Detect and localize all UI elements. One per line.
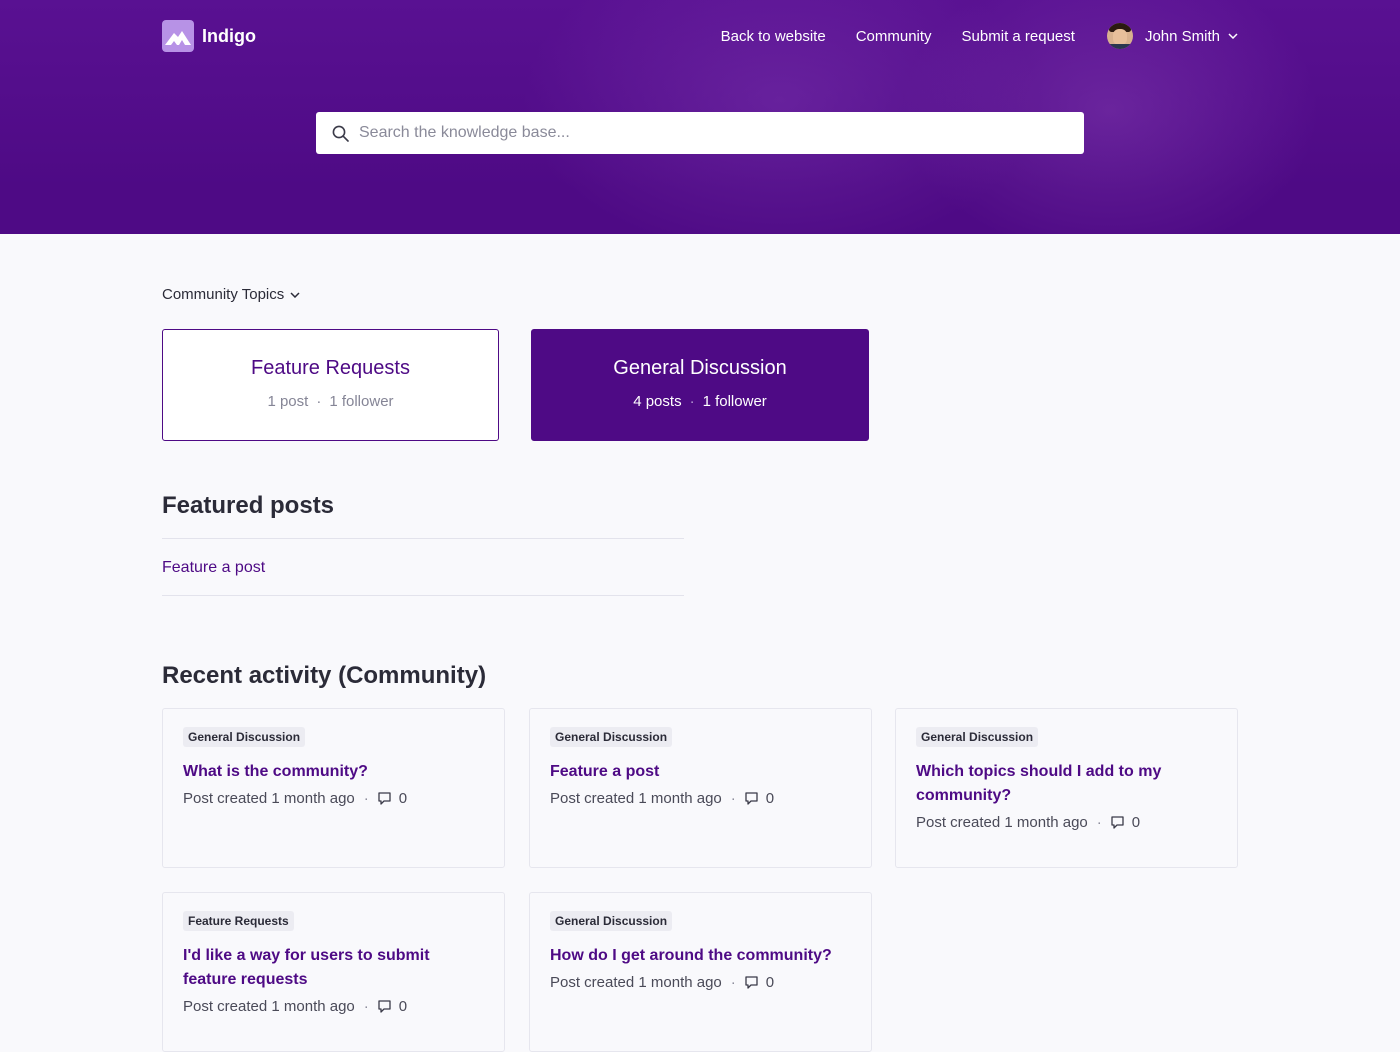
comment-count: 0 xyxy=(378,998,407,1015)
nav-community[interactable]: Community xyxy=(856,28,932,45)
topic-title: General Discussion xyxy=(613,357,787,379)
activity-card: Feature Requests I'd like a way for user… xyxy=(162,892,505,1052)
nav-submit-request[interactable]: Submit a request xyxy=(962,28,1075,45)
top-navigation: Indigo Back to website Community Submit … xyxy=(162,20,1238,52)
activity-card: General Discussion How do I get around t… xyxy=(529,892,872,1052)
main-nav: Back to website Community Submit a reque… xyxy=(691,23,1238,49)
post-title-link[interactable]: What is the community? xyxy=(183,760,484,784)
post-title-link[interactable]: Feature a post xyxy=(550,760,851,784)
post-title-link[interactable]: Which topics should I add to my communit… xyxy=(916,760,1176,808)
activity-card: General Discussion Feature a post Post c… xyxy=(529,708,872,868)
chevron-down-icon xyxy=(1228,33,1238,39)
topic-card-feature-requests[interactable]: Feature Requests 1 post · 1 follower xyxy=(162,329,499,441)
brand-logo[interactable]: Indigo xyxy=(162,20,256,52)
topic-follower-count: 1 follower xyxy=(702,393,767,410)
topic-badge[interactable]: Feature Requests xyxy=(183,911,294,931)
post-meta: Post created 1 month ago · 0 xyxy=(550,974,775,991)
post-title-link[interactable]: How do I get around the community? xyxy=(550,944,851,968)
activity-card: General Discussion Which topics should I… xyxy=(895,708,1238,868)
post-meta: Post created 1 month ago · 0 xyxy=(550,790,775,807)
post-created-text: Post created 1 month ago xyxy=(183,790,355,807)
search-bar[interactable] xyxy=(316,112,1084,154)
community-topics-label: Community Topics xyxy=(162,286,285,303)
topic-meta: 4 posts · 1 follower xyxy=(633,393,767,410)
recent-activity-heading: Recent activity (Community) xyxy=(162,662,487,689)
post-meta: Post created 1 month ago · 0 xyxy=(183,998,408,1015)
activity-card: General Discussion What is the community… xyxy=(162,708,505,868)
topic-badge[interactable]: General Discussion xyxy=(916,727,1039,747)
post-meta: Post created 1 month ago · 0 xyxy=(916,814,1141,831)
post-created-text: Post created 1 month ago xyxy=(550,790,722,807)
search-icon xyxy=(332,125,349,142)
topic-badge[interactable]: General Discussion xyxy=(550,911,673,931)
brand-name: Indigo xyxy=(202,25,256,46)
topic-post-count: 4 posts xyxy=(633,393,682,410)
feature-a-post-link[interactable]: Feature a post xyxy=(162,559,265,577)
topic-follower-count: 1 follower xyxy=(329,393,394,410)
post-meta: Post created 1 month ago · 0 xyxy=(183,790,408,807)
post-created-text: Post created 1 month ago xyxy=(916,814,1088,831)
nav-back-to-website[interactable]: Back to website xyxy=(721,28,826,45)
topic-title: Feature Requests xyxy=(251,357,410,379)
comment-icon xyxy=(1111,816,1124,829)
post-created-text: Post created 1 month ago xyxy=(550,974,722,991)
topic-post-count: 1 post xyxy=(267,393,309,410)
community-topics-dropdown[interactable]: Community Topics xyxy=(162,286,300,303)
topic-badge[interactable]: General Discussion xyxy=(550,727,673,747)
comment-count: 0 xyxy=(378,790,407,807)
topic-meta: 1 post · 1 follower xyxy=(267,393,394,410)
user-menu[interactable]: John Smith xyxy=(1106,23,1238,49)
post-created-text: Post created 1 month ago xyxy=(183,998,355,1015)
comment-icon xyxy=(378,792,391,805)
featured-posts-list: Feature a post xyxy=(162,538,684,596)
comment-icon xyxy=(745,792,758,805)
search-input[interactable] xyxy=(359,124,1059,142)
topic-badge[interactable]: General Discussion xyxy=(183,727,306,747)
post-title-link[interactable]: I'd like a way for users to submit featu… xyxy=(183,944,453,992)
mountain-logo-icon xyxy=(162,20,194,52)
chevron-down-icon xyxy=(290,291,300,298)
comment-icon xyxy=(378,1000,391,1013)
comment-icon xyxy=(745,976,758,989)
topic-card-general-discussion[interactable]: General Discussion 4 posts · 1 follower xyxy=(531,329,869,441)
avatar xyxy=(1106,23,1133,49)
comment-count: 0 xyxy=(745,790,774,807)
comment-count: 0 xyxy=(1111,814,1140,831)
hero-banner: Indigo Back to website Community Submit … xyxy=(0,0,1400,234)
user-name: John Smith xyxy=(1144,27,1220,45)
featured-posts-heading: Featured posts xyxy=(162,492,335,519)
comment-count: 0 xyxy=(745,974,774,991)
